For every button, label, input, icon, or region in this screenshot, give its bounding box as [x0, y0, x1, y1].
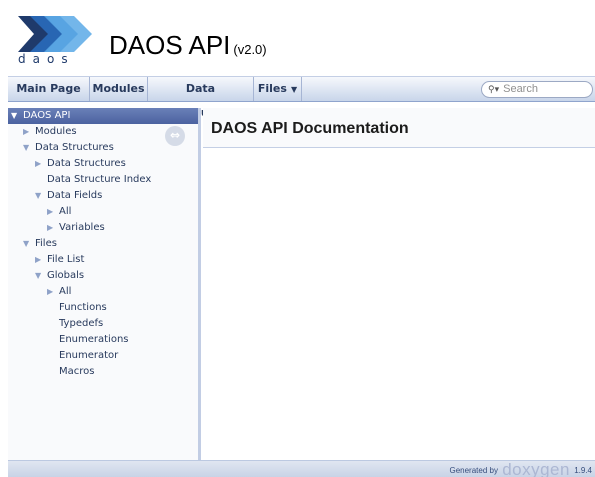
tree-item-macros[interactable]: Macros [8, 364, 198, 380]
doxygen-version: 1.9.4 [574, 466, 592, 475]
tree-item-typedefs[interactable]: Typedefs [8, 316, 198, 332]
project-name: DAOS API [109, 30, 231, 60]
nav-data-structures[interactable]: Data Structures▼ [148, 77, 254, 119]
logo-text: daos [18, 52, 75, 66]
generated-by-label: Generated by [449, 466, 498, 475]
tree-item-label: All [59, 206, 72, 217]
generated-by: Generated by doxygen 1.9.4 [449, 461, 592, 477]
tree-item-file-list[interactable]: ▶ File List [8, 252, 198, 268]
tree-item-label: Macros [59, 366, 95, 377]
tree-item-data-fields[interactable]: ▼ Data Fields [8, 188, 198, 204]
tree-item-label: Enumerator [59, 350, 119, 361]
nav-main-page[interactable]: Main Page [8, 77, 90, 101]
expand-arrow-icon[interactable]: ▶ [47, 284, 59, 300]
tree-item-label: Data Structures [47, 158, 126, 169]
tree-item-functions[interactable]: Functions [8, 300, 198, 316]
side-nav-tree: ▼ DAOS API ▶ Modules ▼ Data Structures ▶ Dat… [8, 108, 201, 460]
tree-item-label: Files [35, 238, 57, 249]
nav-label: Modules [92, 82, 145, 95]
main-navbar: Main Page Modules Data Structures▼ Files… [8, 76, 595, 119]
tree-item-label: Data Structure Index [47, 174, 152, 185]
tree-item-label: Globals [47, 270, 85, 281]
tree-item-globals-all[interactable]: ▶ All [8, 284, 198, 300]
sync-toggle-icon[interactable]: ⇔ [165, 126, 185, 146]
tree-item-label: Typedefs [59, 318, 104, 329]
tree-item-data-structures-list[interactable]: ▶ Data Structures [8, 156, 198, 172]
tree-item-fields-all[interactable]: ▶ All [8, 204, 198, 220]
nav-modules[interactable]: Modules [90, 77, 148, 101]
expand-arrow-icon[interactable]: ▼ [23, 236, 35, 252]
main-content: DAOS API Documentation [203, 108, 595, 460]
expand-arrow-icon[interactable]: ▶ [47, 220, 59, 236]
tree-item-label: DAOS API [23, 110, 71, 121]
tree-item-label: Variables [59, 222, 105, 233]
page-header: daos DAOS API (v2.0) [0, 0, 595, 72]
tree-item-variables[interactable]: ▶ Variables [8, 220, 198, 236]
expand-arrow-icon[interactable]: ▶ [47, 204, 59, 220]
tree-item-label: Functions [59, 302, 107, 313]
tree-item-enumerator[interactable]: Enumerator [8, 348, 198, 364]
tree-item-enumerations[interactable]: Enumerations [8, 332, 198, 348]
chevron-down-icon: ▼ [290, 85, 298, 94]
tree-item-label: Enumerations [59, 334, 129, 345]
expand-arrow-icon[interactable]: ▼ [11, 108, 23, 124]
tree-item-label: Data Fields [47, 190, 103, 201]
doxygen-logo[interactable]: doxygen [502, 460, 570, 477]
expand-arrow-icon[interactable]: ▶ [35, 252, 47, 268]
tree-item-globals[interactable]: ▼ Globals [8, 268, 198, 284]
nav-files[interactable]: Files ▼ [254, 77, 302, 101]
project-title: DAOS API (v2.0) [109, 30, 267, 61]
page-title: DAOS API Documentation [211, 120, 409, 137]
search-input[interactable]: ⚲▾ Search [481, 81, 593, 98]
nav-label: Main Page [16, 82, 81, 95]
tree-item-label: Data Structures [35, 142, 114, 153]
expand-arrow-icon[interactable]: ▶ [23, 124, 35, 140]
expand-arrow-icon[interactable]: ▶ [35, 156, 47, 172]
tree-item-label: File List [47, 254, 85, 265]
tree-item-daos-api[interactable]: ▼ DAOS API [8, 108, 198, 124]
expand-arrow-icon[interactable]: ▼ [23, 140, 35, 156]
header-title-bar: DAOS API Documentation [203, 108, 595, 148]
page-footer: Generated by doxygen 1.9.4 [8, 460, 595, 477]
tree-item-files[interactable]: ▼ Files [8, 236, 198, 252]
tree-item-label: Modules [35, 126, 77, 137]
project-version: (v2.0) [233, 42, 267, 57]
expand-arrow-icon[interactable]: ▼ [35, 268, 47, 284]
search-icon: ⚲▾ [488, 84, 500, 94]
search-placeholder: Search [503, 83, 538, 95]
tree-item-data-structure-index[interactable]: Data Structure Index [8, 172, 198, 188]
expand-arrow-icon[interactable]: ▼ [35, 188, 47, 204]
nav-label: Files [257, 82, 287, 95]
tree-item-label: All [59, 286, 72, 297]
